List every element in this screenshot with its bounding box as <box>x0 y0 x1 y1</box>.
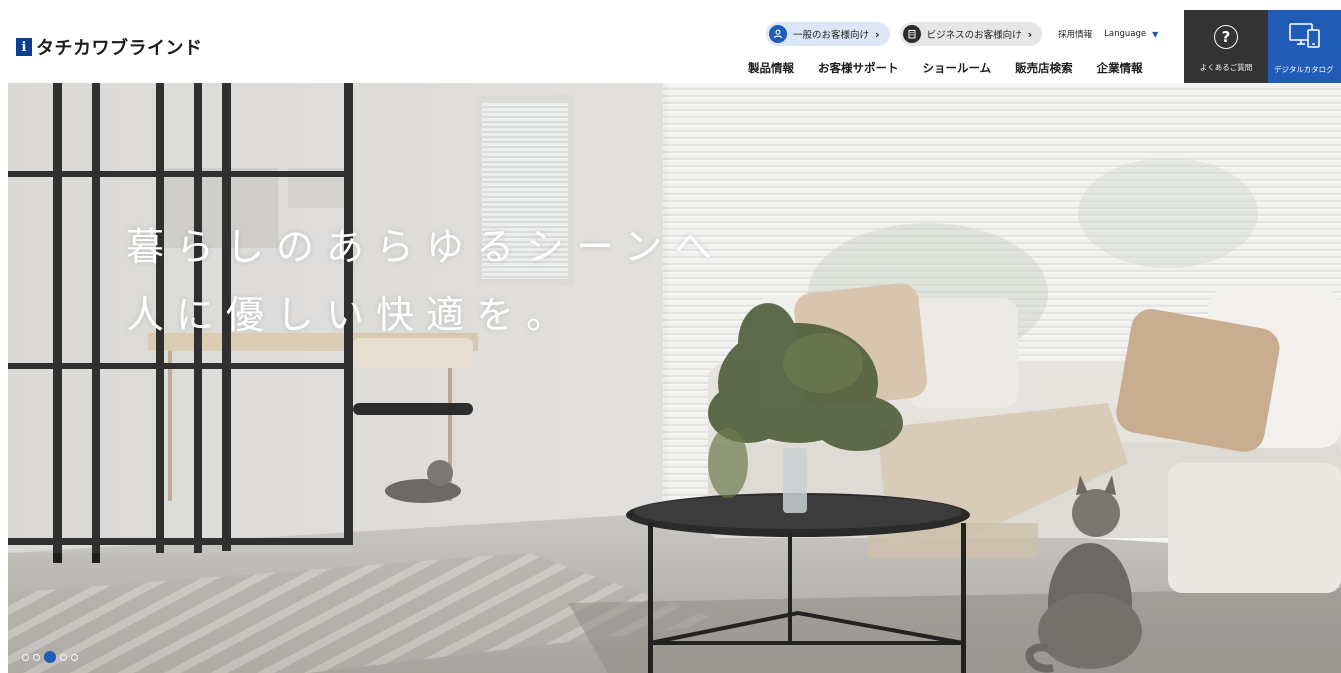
nav-products[interactable]: 製品情報 <box>748 60 794 76</box>
digital-catalog-button[interactable]: デジタルカタログ <box>1268 10 1341 83</box>
nav-dealer-search[interactable]: 販売店検索 <box>1015 60 1073 76</box>
business-customers-label: ビジネスのお客様向け <box>926 30 1022 41</box>
monitor-icon <box>1288 22 1322 54</box>
faq-label: よくあるご質問 <box>1199 63 1253 72</box>
carousel-dot[interactable] <box>33 653 40 661</box>
personal-customers-label: 一般のお客様向け <box>793 30 870 41</box>
personal-customers-button[interactable]: 一般のお客様向け › <box>766 22 890 46</box>
hero-image <box>8 83 1341 673</box>
nav-showroom[interactable]: ショールーム <box>923 60 992 76</box>
utility-nav: 一般のお客様向け › ビジネスのお客様向け › 採用情報 Language ▼ <box>766 22 1158 46</box>
page: i タチカワブラインド 一般のお客様向け › ビジネスのお客様向け › 採用情報… <box>0 0 1341 673</box>
language-label: Language <box>1104 29 1147 39</box>
question-icon: ? <box>1214 25 1238 49</box>
faq-button[interactable]: ? よくあるご質問 <box>1184 10 1268 83</box>
building-icon <box>902 25 921 43</box>
chevron-right-icon: › <box>1027 27 1033 41</box>
hero-headline-line2: 人に優しい快適を。 <box>126 293 577 337</box>
chevron-right-icon: › <box>875 27 880 41</box>
carousel-dot[interactable] <box>44 651 56 663</box>
site-header: i タチカワブラインド 一般のお客様向け › ビジネスのお客様向け › 採用情報… <box>0 10 1341 83</box>
main-nav: 製品情報 お客様サポート ショールーム 販売店検索 企業情報 <box>748 59 1143 77</box>
hero-headline: 暮らしのあらゆるシーンへ 人に優しい快適を。 <box>126 213 724 349</box>
carousel-pagination <box>22 651 82 663</box>
nav-company-info[interactable]: 企業情報 <box>1097 60 1143 76</box>
language-selector[interactable]: Language ▼ <box>1104 29 1158 39</box>
carousel-dot[interactable] <box>71 653 78 661</box>
hero-headline-line1: 暮らしのあらゆるシーンへ <box>126 225 725 269</box>
business-customers-button[interactable]: ビジネスのお客様向け › <box>899 22 1043 46</box>
carousel-dot[interactable] <box>22 653 29 661</box>
chevron-down-icon: ▼ <box>1152 29 1159 39</box>
digital-catalog-label: デジタルカタログ <box>1274 65 1334 74</box>
logo[interactable]: i タチカワブラインド <box>16 36 203 59</box>
nav-customer-support[interactable]: お客様サポート <box>818 60 899 76</box>
carousel-dot[interactable] <box>60 653 67 661</box>
logo-text: タチカワブラインド <box>36 38 203 59</box>
person-icon <box>769 25 787 43</box>
hero-slider: 暮らしのあらゆるシーンへ 人に優しい快適を。 <box>8 83 1341 673</box>
logo-mark: i <box>16 38 32 56</box>
recruit-link[interactable]: 採用情報 <box>1058 28 1092 40</box>
